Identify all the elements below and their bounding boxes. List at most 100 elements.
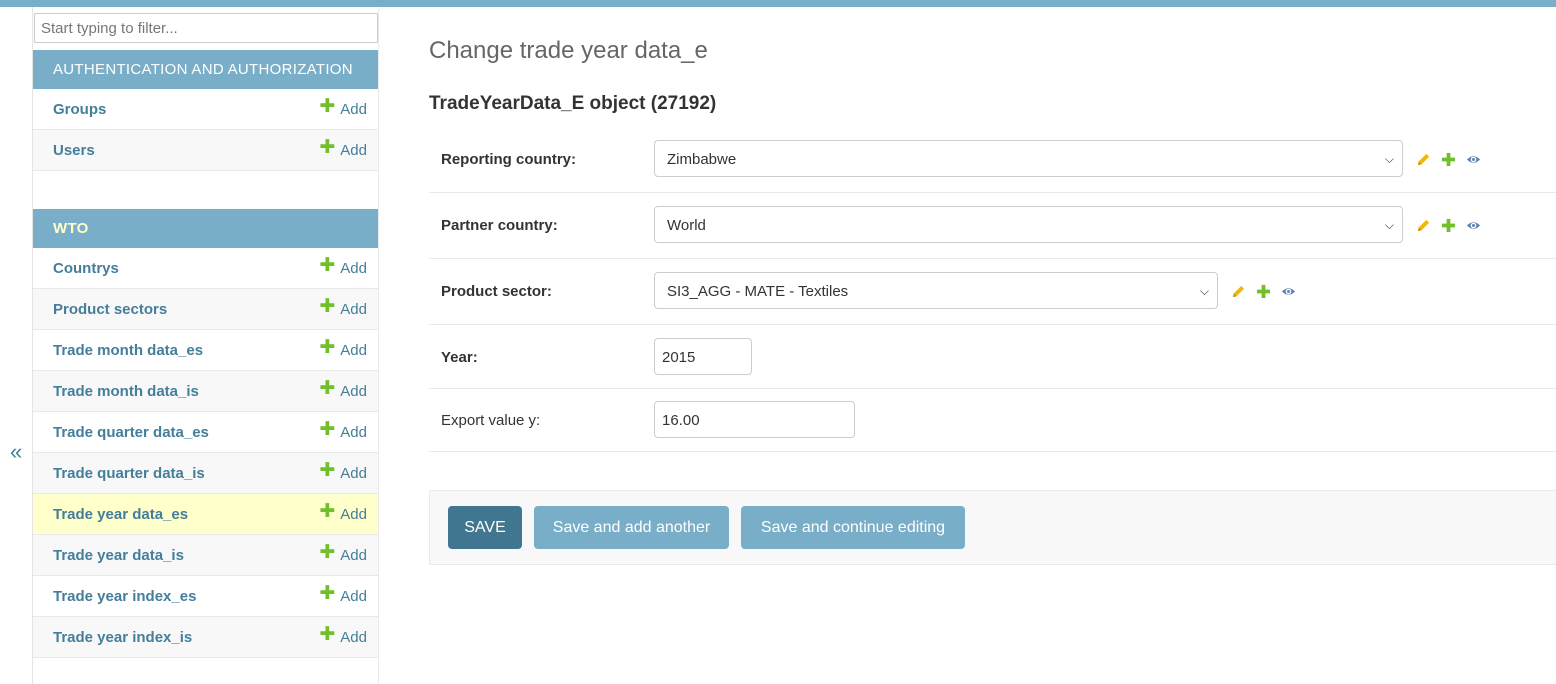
- sidebar-item-countrys: Countrys ✚ Add: [33, 248, 378, 289]
- module-caption-wto[interactable]: WTO: [33, 209, 378, 248]
- plus-icon[interactable]: [1256, 284, 1271, 299]
- top-header-bar: [0, 0, 1556, 7]
- add-countrys-link[interactable]: ✚ Add: [319, 248, 367, 289]
- plus-icon: ✚: [319, 377, 336, 399]
- sidebar-item-trade-month-data-is: Trade month data_is ✚ Add: [33, 371, 378, 412]
- sidebar-item-trade-quarter-data-es: Trade quarter data_es ✚ Add: [33, 412, 378, 453]
- module-auth: AUTHENTICATION AND AUTHORIZATION Groups …: [33, 50, 378, 171]
- submit-row: SAVE Save and add another Save and conti…: [429, 490, 1556, 565]
- reporting-country-select[interactable]: Zimbabwe ⌵: [654, 140, 1403, 177]
- plus-icon: ✚: [319, 136, 336, 158]
- eye-icon[interactable]: [1281, 284, 1296, 299]
- pencil-icon[interactable]: [1416, 152, 1431, 167]
- pencil-icon[interactable]: [1416, 218, 1431, 233]
- plus-icon[interactable]: [1441, 152, 1456, 167]
- export-value-y-label: Export value y:: [441, 412, 541, 429]
- plus-icon: ✚: [319, 418, 336, 440]
- form-row-year: Year: 2015: [429, 325, 1556, 389]
- sidebar-item-trade-month-data-es: Trade month data_es ✚ Add: [33, 330, 378, 371]
- add-label: Add: [340, 506, 367, 523]
- sidebar-item-trade-year-data-is: Trade year data_is ✚ Add: [33, 535, 378, 576]
- add-trade-quarter-data-is-link[interactable]: ✚ Add: [319, 453, 367, 494]
- add-trade-year-index-is-link[interactable]: ✚ Add: [319, 617, 367, 658]
- add-label: Add: [340, 260, 367, 277]
- sidebar-collapse-strip: «: [0, 7, 33, 684]
- add-trade-month-data-es-link[interactable]: ✚ Add: [319, 330, 367, 371]
- add-label: Add: [340, 101, 367, 118]
- pencil-icon[interactable]: [1231, 284, 1246, 299]
- form-row-reporting-country: Reporting country: Zimbabwe ⌵: [429, 128, 1556, 193]
- add-label: Add: [340, 342, 367, 359]
- add-label: Add: [340, 424, 367, 441]
- sidebar-item-label[interactable]: Trade quarter data_es: [53, 412, 209, 453]
- export-value-y-input[interactable]: 16.00: [654, 401, 855, 438]
- add-label: Add: [340, 588, 367, 605]
- plus-icon: ✚: [319, 336, 336, 358]
- reporting-country-value: Zimbabwe: [667, 151, 737, 168]
- sidebar-item-label[interactable]: Product sectors: [53, 289, 167, 330]
- partner-country-label: Partner country:: [441, 217, 558, 234]
- add-trade-year-data-is-link[interactable]: ✚ Add: [319, 535, 367, 576]
- sidebar-item-trade-year-index-is: Trade year index_is ✚ Add: [33, 617, 378, 658]
- page-title: Change trade year data_e: [429, 37, 708, 64]
- sidebar-item-label[interactable]: Trade month data_es: [53, 330, 203, 371]
- module-caption-auth[interactable]: AUTHENTICATION AND AUTHORIZATION: [33, 50, 378, 89]
- add-product-sectors-link[interactable]: ✚ Add: [319, 289, 367, 330]
- year-label: Year:: [441, 349, 478, 366]
- save-button[interactable]: SAVE: [448, 506, 522, 549]
- module-wto: WTO Countrys ✚ Add Product sectors ✚ Add T…: [33, 209, 378, 658]
- plus-icon: ✚: [319, 459, 336, 481]
- sidebar-filter-input[interactable]: [34, 13, 378, 43]
- sidebar-item-label[interactable]: Countrys: [53, 248, 119, 289]
- reporting-country-label: Reporting country:: [441, 151, 576, 168]
- plus-icon[interactable]: [1441, 218, 1456, 233]
- sidebar-item-product-sectors: Product sectors ✚ Add: [33, 289, 378, 330]
- sidebar: AUTHENTICATION AND AUTHORIZATION Groups …: [33, 7, 379, 684]
- form-row-product-sector: Product sector: SI3_AGG - MATE - Textile…: [429, 259, 1556, 325]
- save-and-continue-button[interactable]: Save and continue editing: [741, 506, 965, 549]
- sidebar-item-label[interactable]: Groups: [53, 89, 106, 130]
- form-row-export-value-y: Export value y: 16.00: [429, 389, 1556, 452]
- reporting-country-related-actions: [1416, 152, 1481, 167]
- plus-icon: ✚: [319, 295, 336, 317]
- sidebar-item-label[interactable]: Users: [53, 130, 95, 171]
- plus-icon: ✚: [319, 582, 336, 604]
- sidebar-item-trade-year-index-es: Trade year index_es ✚ Add: [33, 576, 378, 617]
- double-chevron-left-icon[interactable]: «: [10, 439, 22, 465]
- sidebar-item-trade-year-data-es: Trade year data_es ✚ Add: [33, 494, 378, 535]
- add-label: Add: [340, 547, 367, 564]
- product-sector-related-actions: [1231, 284, 1296, 299]
- add-users-link[interactable]: ✚ Add: [319, 130, 367, 171]
- add-trade-quarter-data-es-link[interactable]: ✚ Add: [319, 412, 367, 453]
- chevron-down-icon: ⌵: [1199, 284, 1209, 298]
- sidebar-item-label[interactable]: Trade year index_is: [53, 617, 192, 658]
- form-row-partner-country: Partner country: World ⌵: [429, 193, 1556, 259]
- sidebar-item-label[interactable]: Trade year data_es: [53, 494, 188, 535]
- plus-icon: ✚: [319, 500, 336, 522]
- chevron-down-icon: ⌵: [1384, 152, 1394, 166]
- plus-icon: ✚: [319, 623, 336, 645]
- add-trade-year-data-es-link[interactable]: ✚ Add: [319, 494, 367, 535]
- sidebar-item-trade-quarter-data-is: Trade quarter data_is ✚ Add: [33, 453, 378, 494]
- sidebar-item-groups: Groups ✚ Add: [33, 89, 378, 130]
- add-trade-month-data-is-link[interactable]: ✚ Add: [319, 371, 367, 412]
- sidebar-item-label[interactable]: Trade month data_is: [53, 371, 199, 412]
- plus-icon: ✚: [319, 95, 336, 117]
- year-input[interactable]: 2015: [654, 338, 752, 375]
- eye-icon[interactable]: [1466, 218, 1481, 233]
- sidebar-item-users: Users ✚ Add: [33, 130, 378, 171]
- add-label: Add: [340, 301, 367, 318]
- sidebar-item-label[interactable]: Trade year index_es: [53, 576, 196, 617]
- add-groups-link[interactable]: ✚ Add: [319, 89, 367, 130]
- sidebar-item-label[interactable]: Trade year data_is: [53, 535, 184, 576]
- add-trade-year-index-es-link[interactable]: ✚ Add: [319, 576, 367, 617]
- add-label: Add: [340, 383, 367, 400]
- eye-icon[interactable]: [1466, 152, 1481, 167]
- save-and-add-another-button[interactable]: Save and add another: [534, 506, 729, 549]
- plus-icon: ✚: [319, 541, 336, 563]
- product-sector-select[interactable]: SI3_AGG - MATE - Textiles ⌵: [654, 272, 1218, 309]
- sidebar-item-label[interactable]: Trade quarter data_is: [53, 453, 205, 494]
- partner-country-select[interactable]: World ⌵: [654, 206, 1403, 243]
- object-heading: TradeYearData_E object (27192): [429, 93, 717, 114]
- chevron-down-icon: ⌵: [1384, 218, 1394, 232]
